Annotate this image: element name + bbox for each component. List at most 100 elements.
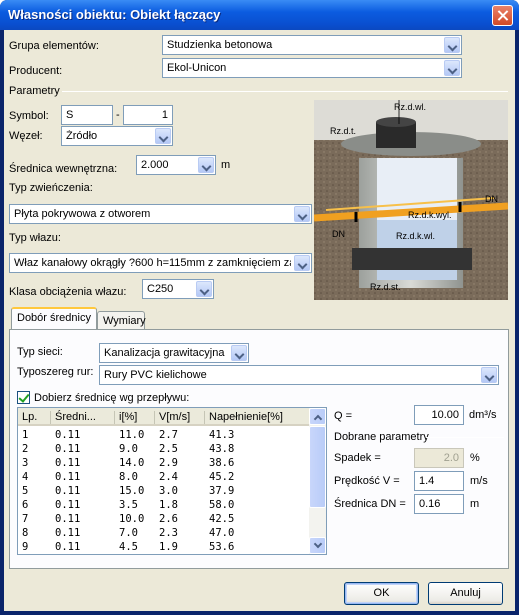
column-header-predkosc[interactable]: V[m/s]: [155, 411, 205, 424]
chevron-down-icon[interactable]: [444, 60, 460, 76]
table-row[interactable]: 2 0.11 9.0 2.5 43.8: [18, 443, 310, 457]
scroll-down-icon[interactable]: [309, 537, 326, 554]
klasa-select[interactable]: C250: [142, 279, 214, 299]
napelnienie-cell: 38.6: [209, 457, 235, 469]
lp-cell: 2: [22, 443, 29, 455]
table-row[interactable]: 7 0.11 10.0 2.6 42.5: [18, 513, 310, 527]
producent-label: Producent:: [9, 65, 63, 77]
spadek-cell: 15.0: [119, 485, 145, 497]
klasa-label: Klasa obciążenia włazu:: [9, 286, 127, 298]
table-row[interactable]: 8 0.11 7.0 2.3 47.0: [18, 527, 310, 541]
q-label: Q =: [334, 410, 353, 422]
predkosc-output: 1.4: [414, 471, 464, 491]
chevron-down-icon[interactable]: [444, 37, 460, 53]
results-table[interactable]: Lp. Średni... i[%] V[m/s] Napełnienie[%]…: [17, 407, 327, 555]
dobrane-group-title: Dobrane parametry: [334, 431, 429, 443]
symbol-number-input[interactable]: 1: [123, 105, 173, 125]
label-rz-d-t: Rz.d.t.: [330, 126, 356, 136]
symbol-prefix-input[interactable]: S: [61, 105, 113, 125]
chevron-down-icon[interactable]: [198, 157, 214, 173]
column-header-srednica[interactable]: Średni...: [51, 411, 115, 424]
tab-wymiary[interactable]: Wymiary: [97, 311, 146, 331]
chevron-down-icon[interactable]: [294, 206, 310, 222]
grupa-select[interactable]: Studzienka betonowa: [162, 35, 462, 55]
column-header-spadek[interactable]: i[%]: [115, 411, 155, 424]
predkosc-label: Prędkość V =: [334, 475, 400, 487]
table-scrollbar[interactable]: [309, 408, 326, 554]
predkosc-cell: 2.3: [159, 527, 178, 539]
table-row[interactable]: 3 0.11 14.0 2.9 38.6: [18, 457, 310, 471]
napelnienie-cell: 41.3: [209, 429, 235, 441]
srednica-cell: 0.11: [55, 541, 81, 553]
close-icon[interactable]: [492, 5, 513, 26]
table-row[interactable]: 5 0.11 15.0 3.0 37.9: [18, 485, 310, 499]
napelnienie-cell: 53.6: [209, 541, 235, 553]
lp-cell: 6: [22, 499, 29, 511]
title-bar[interactable]: Własności obiektu: Obiekt łączący: [0, 0, 519, 30]
srednica-cell: 0.11: [55, 443, 81, 455]
srednica-select[interactable]: 2.000: [136, 155, 216, 175]
srednica-dn-label: Średnica DN =: [334, 498, 406, 510]
dialog-client: Grupa elementów: Studzienka betonowa Pro…: [4, 30, 515, 611]
typ-wlazu-select[interactable]: Właz kanałowy okrągły ?600 h=115mm z zam…: [9, 253, 312, 273]
srednica-label: Średnica wewnętrzna:: [9, 163, 118, 175]
lp-cell: 5: [22, 485, 29, 497]
typ-sieci-select[interactable]: Kanalizacja grawitacyjna: [99, 343, 249, 363]
srednica-cell: 0.11: [55, 429, 81, 441]
table-row[interactable]: 9 0.11 4.5 1.9 53.6: [18, 541, 310, 554]
predkosc-cell: 2.9: [159, 457, 178, 469]
chevron-down-icon[interactable]: [294, 255, 310, 271]
column-header-napelnienie[interactable]: Napełnienie[%]: [205, 411, 310, 424]
table-row[interactable]: 4 0.11 8.0 2.4 45.2: [18, 471, 310, 485]
q-unit: dm³/s: [469, 409, 497, 421]
q-input[interactable]: 10.00: [414, 405, 464, 425]
cancel-button[interactable]: Anuluj: [428, 582, 503, 605]
napelnienie-cell: 37.9: [209, 485, 235, 497]
spadek-unit: %: [470, 452, 480, 464]
napelnienie-cell: 43.8: [209, 443, 235, 455]
column-header-lp[interactable]: Lp.: [18, 411, 51, 424]
typoszereg-value: Rury PVC kielichowe: [104, 369, 207, 381]
spadek-cell: 11.0: [119, 429, 145, 441]
chevron-down-icon[interactable]: [196, 281, 212, 297]
tab-dobor-srednicy[interactable]: Dobór średnicy: [11, 307, 97, 330]
typoszereg-select[interactable]: Rury PVC kielichowe: [99, 365, 499, 385]
wezel-label: Węzeł:: [9, 130, 43, 142]
chevron-down-icon[interactable]: [231, 345, 247, 361]
scroll-thumb[interactable]: [309, 426, 326, 508]
lp-cell: 1: [22, 429, 29, 441]
grupa-value: Studzienka betonowa: [167, 39, 273, 51]
wezel-value: Źródło: [66, 130, 98, 142]
dobierz-checkbox[interactable]: [17, 391, 30, 404]
typ-zwienczenia-select[interactable]: Płyta pokrywowa z otworem: [9, 204, 312, 224]
symbol-separator: -: [116, 109, 120, 121]
ok-button[interactable]: OK: [344, 582, 419, 605]
typ-sieci-label: Typ sieci:: [17, 346, 63, 358]
srednica-cell: 0.11: [55, 513, 81, 525]
table-row[interactable]: 1 0.11 11.0 2.7 41.3: [18, 429, 310, 443]
typoszereg-label: Typoszereg rur:: [17, 366, 94, 378]
napelnienie-cell: 47.0: [209, 527, 235, 539]
grupa-label: Grupa elementów:: [9, 40, 99, 52]
table-row[interactable]: 6 0.11 3.5 1.8 58.0: [18, 499, 310, 513]
producent-select[interactable]: Ekol-Unicon: [162, 58, 462, 78]
spadek-cell: 9.0: [119, 443, 138, 455]
predkosc-cell: 2.5: [159, 443, 178, 455]
chevron-down-icon[interactable]: [481, 367, 497, 383]
napelnienie-cell: 42.5: [209, 513, 235, 525]
producent-value: Ekol-Unicon: [167, 62, 227, 74]
wezel-select[interactable]: Źródło: [61, 126, 173, 146]
spadek-cell: 3.5: [119, 499, 138, 511]
spadek-output: 2.0: [414, 448, 464, 468]
label-rz-d-wl: Rz.d.wl.: [394, 102, 426, 112]
predkosc-cell: 3.0: [159, 485, 178, 497]
chevron-down-icon[interactable]: [155, 128, 171, 144]
predkosc-cell: 1.9: [159, 541, 178, 553]
typ-zwienczenia-label: Typ zwieńczenia:: [9, 182, 93, 194]
dobierz-checkbox-label[interactable]: Dobierz średnicę wg przepływu:: [34, 392, 189, 404]
scroll-up-icon[interactable]: [309, 408, 326, 425]
label-dn-right: DN: [485, 194, 498, 204]
dialog-window: Własności obiektu: Obiekt łączący Grupa …: [0, 0, 519, 615]
predkosc-cell: 2.6: [159, 513, 178, 525]
spadek-cell: 4.5: [119, 541, 138, 553]
